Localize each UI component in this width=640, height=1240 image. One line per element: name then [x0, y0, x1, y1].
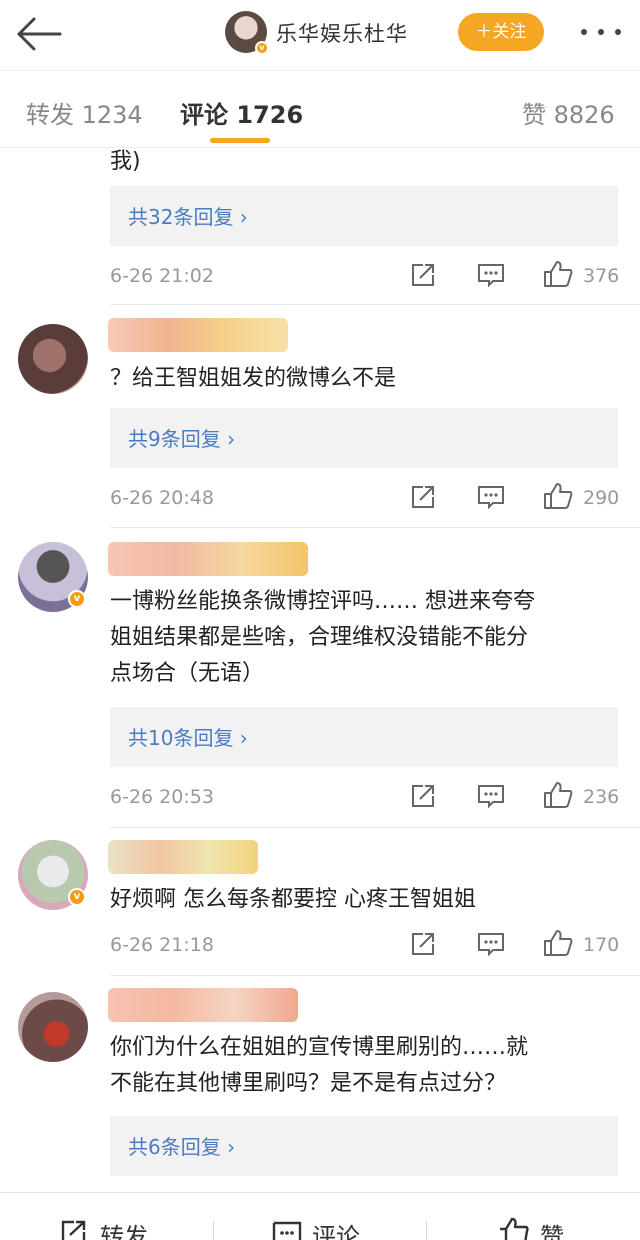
comment-item: v 一博粉丝能换条微博控评吗…… 想进来夸夸 姐姐结果都是些啥，合理维权没错能不… — [0, 528, 640, 828]
comment-time: 6-26 20:48 — [110, 487, 214, 509]
avatar[interactable] — [18, 992, 88, 1062]
verified-icon: v — [255, 41, 269, 55]
comment-icon[interactable] — [477, 784, 505, 808]
more-dots-icon[interactable] — [578, 24, 624, 40]
like-icon[interactable] — [543, 482, 573, 510]
like-count: 170 — [583, 934, 620, 956]
comment-text: 好烦啊 怎么每条都要控 心疼王智姐姐 — [110, 887, 476, 912]
blurred-username[interactable] — [108, 318, 288, 352]
comment-icon[interactable] — [477, 932, 505, 956]
reply-summary[interactable]: 共6条回复 › — [110, 1116, 618, 1176]
comment-icon[interactable] — [272, 1221, 302, 1240]
repost-icon[interactable] — [410, 931, 436, 957]
like-icon[interactable] — [498, 1217, 530, 1240]
reply-summary[interactable]: 共32条回复 › — [110, 186, 618, 246]
account-name[interactable]: 乐华娱乐杜华 — [276, 18, 408, 48]
bottom-action-bar: 转发 评论 赞 — [0, 1192, 640, 1240]
verified-icon: v — [68, 590, 86, 608]
repost-button[interactable]: 转发 — [100, 1217, 148, 1240]
reply-count-link[interactable]: 共32条回复 › — [128, 201, 248, 230]
divider — [426, 1221, 427, 1240]
tab-comments[interactable]: 评论 1726 — [180, 95, 303, 130]
top-bar: v 乐华娱乐杜华 ＋关注 — [0, 0, 640, 66]
tab-repost[interactable]: 转发 1234 — [26, 95, 143, 130]
comment-item: ？给王智姐姐发的微博么不是 共9条回复 › 6-26 20:48 290 — [0, 306, 640, 528]
tab-bar: 转发 1234 评论 1726 赞 8826 — [0, 70, 640, 148]
divider — [110, 304, 640, 305]
comment-text: 你们为什么在姐姐的宣传博里刷别的……就 不能在其他博里刷吗？是不是有点过分？ — [110, 1035, 529, 1096]
comment-item: 你们为什么在姐姐的宣传博里刷别的……就 不能在其他博里刷吗？是不是有点过分？ 共… — [0, 976, 640, 1192]
comment-item: 我) 共32条回复 › 6-26 21:02 376 — [0, 149, 640, 305]
verified-icon: v — [68, 888, 86, 906]
blurred-username[interactable] — [108, 542, 308, 576]
like-button[interactable]: 赞 — [540, 1217, 564, 1240]
active-tab-indicator — [210, 138, 270, 143]
repost-icon[interactable] — [60, 1219, 88, 1240]
comment-time: 6-26 20:53 — [110, 786, 214, 808]
blurred-username[interactable] — [108, 988, 298, 1022]
comment-icon[interactable] — [477, 263, 505, 287]
reply-summary[interactable]: 共10条回复 › — [110, 707, 618, 767]
reply-count-link[interactable]: 共10条回复 › — [128, 722, 248, 751]
comment-time: 6-26 21:18 — [110, 934, 214, 956]
repost-icon[interactable] — [410, 484, 436, 510]
repost-icon[interactable] — [410, 262, 436, 288]
like-icon[interactable] — [543, 781, 573, 809]
comment-button[interactable]: 评论 — [312, 1217, 360, 1240]
reply-count-link[interactable]: 共9条回复 › — [128, 423, 235, 452]
reply-count-link[interactable]: 共6条回复 › — [128, 1131, 235, 1160]
account-avatar[interactable]: v — [225, 11, 269, 55]
like-count: 236 — [583, 786, 620, 808]
comment-item: v 好烦啊 怎么每条都要控 心疼王智姐姐 6-26 21:18 170 — [0, 828, 640, 976]
divider — [213, 1221, 214, 1240]
follow-button[interactable]: ＋关注 — [458, 13, 544, 51]
avatar[interactable]: v — [18, 840, 88, 910]
like-count: 290 — [583, 487, 620, 509]
tab-likes[interactable]: 赞 8826 — [522, 95, 615, 130]
blurred-username[interactable] — [108, 840, 258, 874]
reply-summary[interactable]: 共9条回复 › — [110, 408, 618, 468]
comment-icon[interactable] — [477, 485, 505, 509]
like-icon[interactable] — [543, 929, 573, 957]
comment-time: 6-26 21:02 — [110, 265, 214, 287]
comment-text: 我) — [110, 149, 141, 174]
repost-icon[interactable] — [410, 783, 436, 809]
like-count: 376 — [583, 265, 620, 287]
like-icon[interactable] — [543, 260, 573, 288]
back-arrow-icon[interactable] — [14, 14, 64, 54]
comment-text: 一博粉丝能换条微博控评吗…… 想进来夸夸 姐姐结果都是些啥，合理维权没错能不能分… — [110, 589, 535, 686]
avatar[interactable]: v — [18, 542, 88, 612]
comment-text: ？给王智姐姐发的微博么不是 — [110, 366, 397, 391]
avatar[interactable] — [18, 324, 88, 394]
